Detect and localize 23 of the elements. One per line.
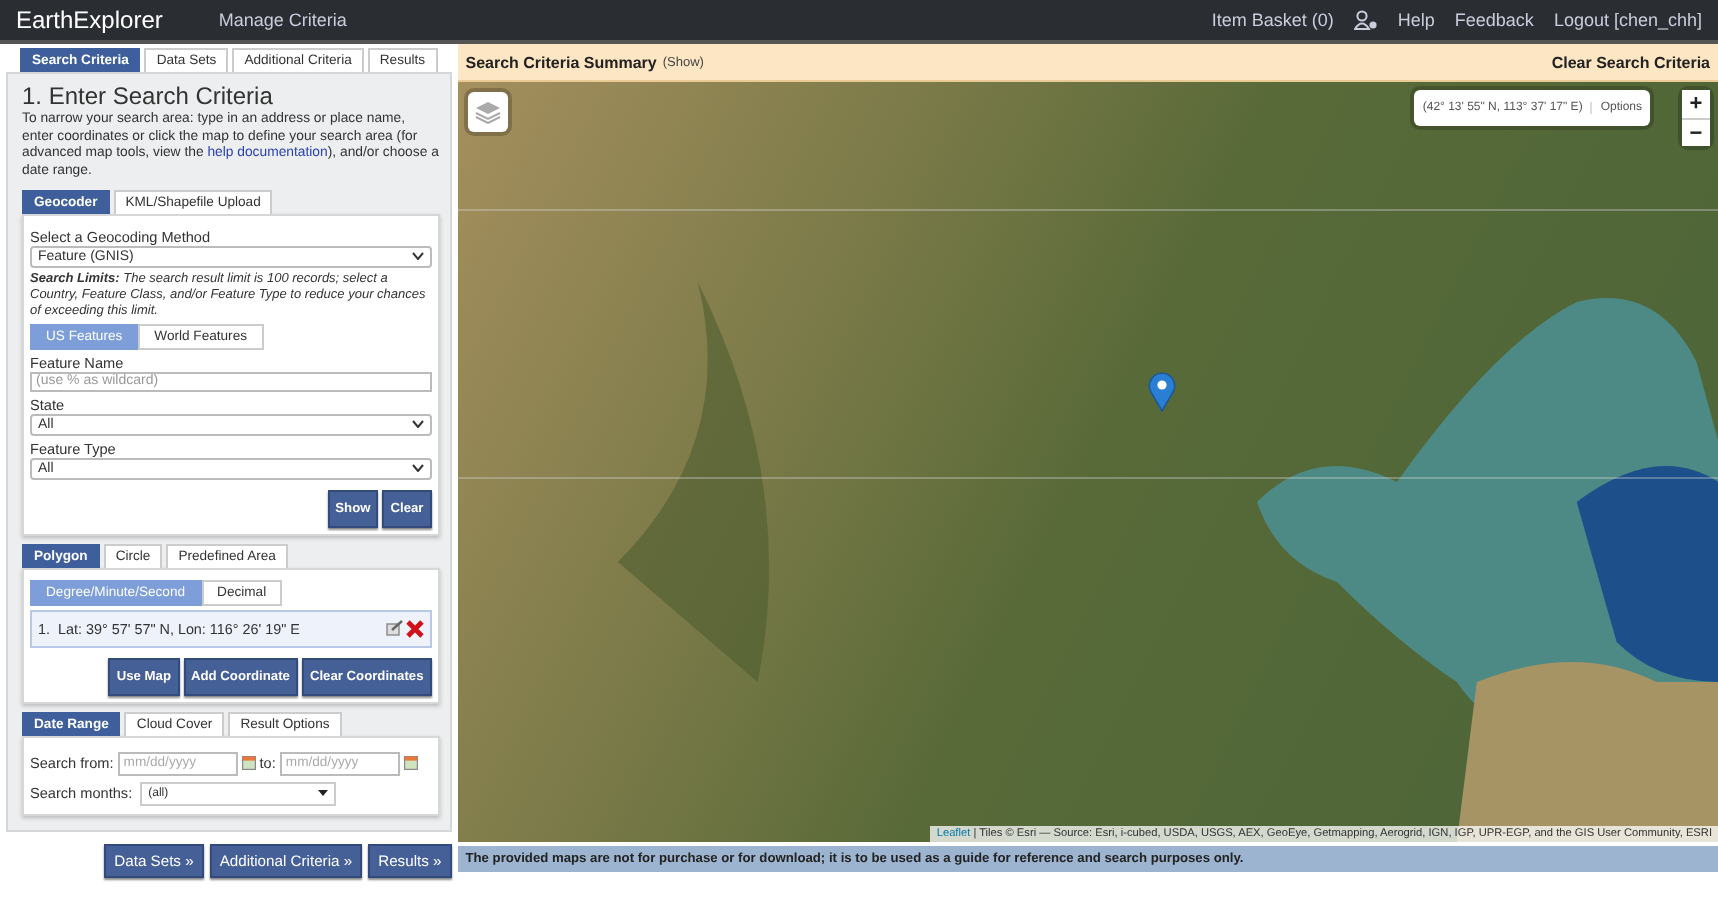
header-link[interactable]: Feedback bbox=[1454, 10, 1534, 30]
zoom-out-button[interactable]: − bbox=[1682, 118, 1710, 146]
logo-text[interactable]: EarthExplorer bbox=[16, 6, 163, 34]
satellite-map-drawing[interactable] bbox=[457, 82, 1718, 842]
edit-icon[interactable] bbox=[385, 620, 404, 637]
chevron-down-icon bbox=[411, 420, 424, 429]
calendar-icon[interactable] bbox=[241, 756, 256, 771]
header-link[interactable]: Logout [chen_chh] bbox=[1553, 10, 1702, 30]
clear-criteria-link[interactable]: Clear Search Criteria bbox=[1551, 53, 1710, 71]
map-marker-icon[interactable] bbox=[1147, 372, 1176, 412]
section-title: 1. Enter Search Criteria bbox=[22, 82, 275, 110]
item-basket-link[interactable]: Item Basket (0) bbox=[1211, 10, 1334, 30]
delete-icon[interactable] bbox=[405, 619, 424, 638]
layers-icon bbox=[473, 100, 502, 124]
chevron-down-icon bbox=[411, 252, 424, 260]
chevron-down-icon bbox=[411, 464, 424, 473]
caret-down-icon bbox=[318, 790, 329, 797]
user-settings-icon[interactable] bbox=[1353, 10, 1378, 30]
header-link[interactable]: Help bbox=[1397, 10, 1435, 30]
manage-criteria-link[interactable]: Manage Criteria bbox=[218, 10, 347, 30]
summary-title: Search Criteria Summary bbox=[465, 53, 657, 71]
layers-button[interactable] bbox=[467, 92, 508, 132]
calendar-icon[interactable] bbox=[403, 756, 418, 771]
